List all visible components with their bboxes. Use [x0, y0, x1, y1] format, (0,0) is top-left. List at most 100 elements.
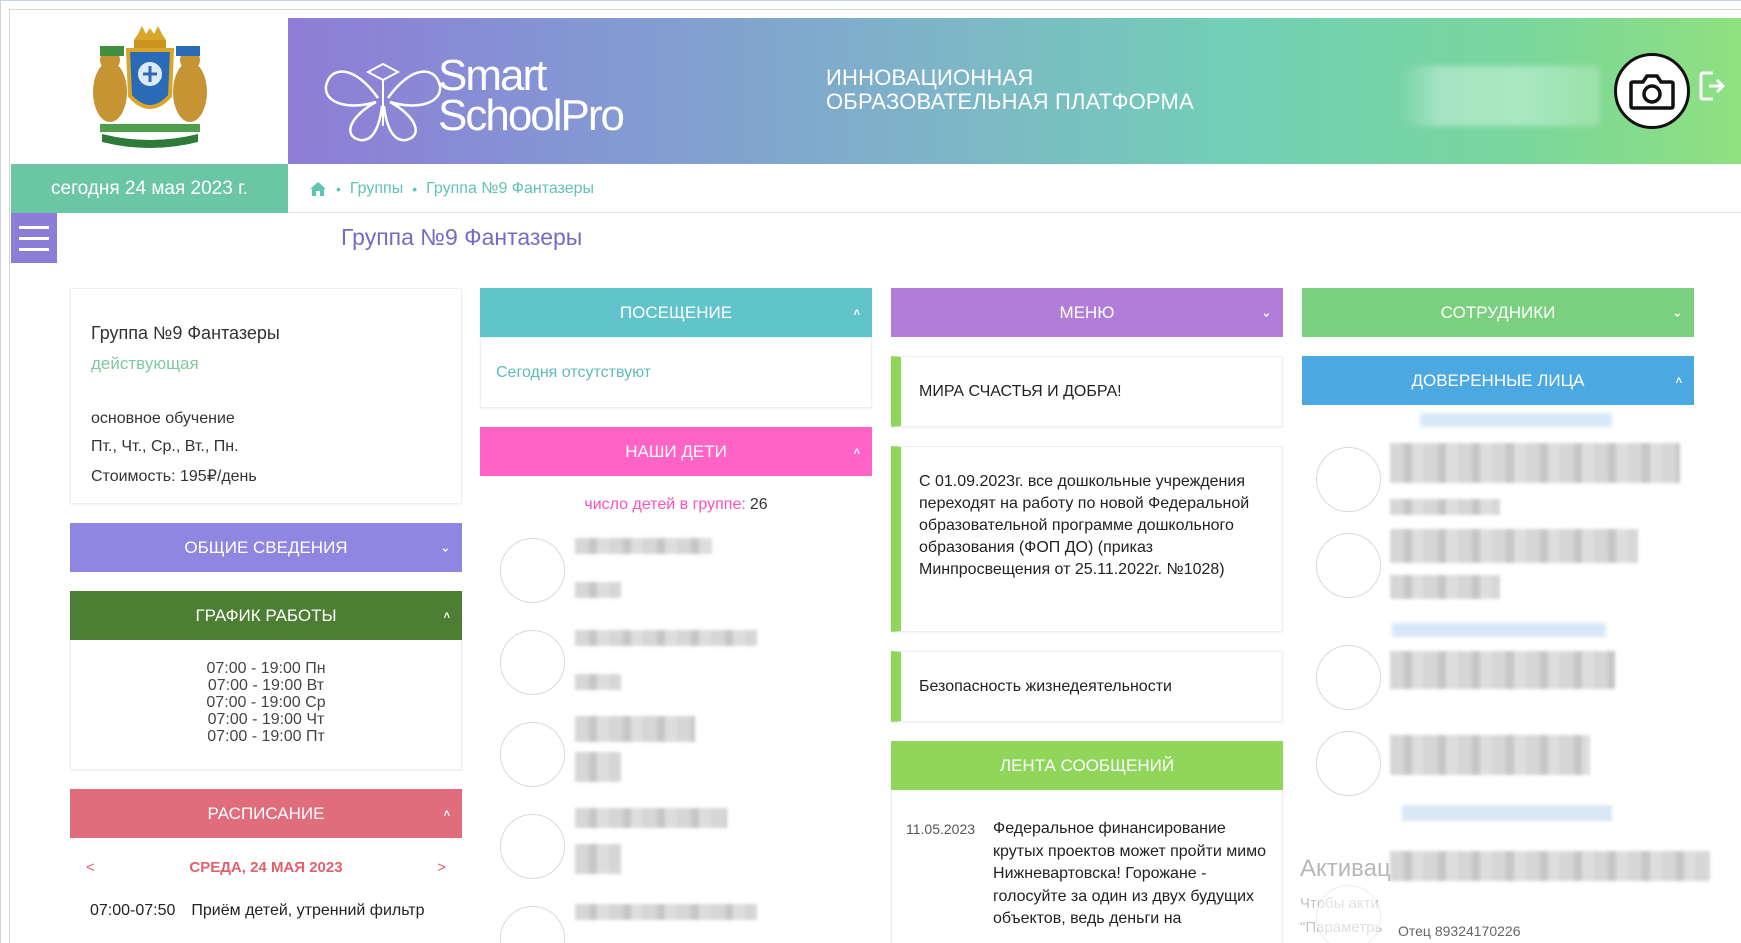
next-day-button[interactable]: > [437, 859, 446, 876]
panel-message-feed-header[interactable]: ЛЕНТА СООБЩЕНИЙ [891, 741, 1283, 790]
trusted-info-blurred [1390, 651, 1615, 689]
logout-button[interactable] [1695, 66, 1731, 106]
timetable-time: 07:00-07:50 [90, 902, 176, 919]
page-title: Группа №9 Фантазеры [341, 224, 583, 250]
group-type: основное обучение [91, 410, 235, 427]
column-staff: СОТРУДНИКИ ⌄ ДОВЕРЕННЫЕ ЛИЦА ˄ Активац Ч… [1300, 288, 1710, 943]
group-days: Пт., Чт., Ср., Вт., Пн. [91, 438, 239, 455]
kid-name-blurred [575, 538, 712, 554]
news-item[interactable]: Безопасность жизнедеятельности [891, 651, 1283, 722]
panel-work-schedule-header[interactable]: ГРАФИК РАБОТЫ ˄ [70, 591, 462, 640]
header-banner: Smart SchoolPro ИННОВАЦИОННАЯ ОБРАЗОВАТЕ… [288, 18, 1741, 164]
logout-icon [1699, 71, 1726, 101]
breadcrumb: • Группы • Группа №9 Фантазеры [309, 164, 594, 213]
chevron-up-icon: ˄ [1675, 374, 1682, 387]
panel-menu-header[interactable]: МЕНЮ ⌄ [891, 288, 1283, 337]
column-group-info: Группа №9 Фантазеры действующая основное… [70, 288, 462, 926]
coat-of-arms-icon [92, 26, 207, 148]
kid-name-blurred [575, 808, 727, 828]
platform-title: ИННОВАЦИОННАЯ ОБРАЗОВАТЕЛЬНАЯ ПЛАТФОРМА [826, 66, 1194, 114]
work-schedule-list: 07:00 - 19:00 Пн 07:00 - 19:00 Вт 07:00 … [70, 640, 462, 770]
breadcrumb-groups[interactable]: Группы [350, 180, 403, 198]
news-item[interactable]: С 01.09.2023г. все дошкольные учреждения… [891, 446, 1283, 632]
kid-list-item[interactable] [480, 804, 872, 896]
group-state: действующая [91, 354, 199, 373]
schedule-row: 07:00 - 19:00 Чт [207, 711, 325, 728]
feed-item[interactable]: 11.05.2023 Федеральное финансирование кр… [891, 790, 1283, 943]
breadcrumb-current-group[interactable]: Группа №9 Фантазеры [426, 180, 594, 198]
trusted-info-blurred [1390, 499, 1500, 515]
user-name-blurred [1400, 66, 1600, 126]
news-item[interactable]: МИРА СЧАСТЬЯ И ДОБРА! [891, 356, 1283, 427]
panel-title: РАСПИСАНИЕ [207, 803, 325, 823]
kid-name-blurred [575, 904, 757, 920]
kid-list-item[interactable] [480, 620, 872, 712]
trusted-avatar [1316, 447, 1381, 512]
news-text: С 01.09.2023г. все дошкольные учреждения… [919, 473, 1250, 578]
logo-line-schoolpro: SchoolPro [438, 91, 625, 140]
feed-date: 11.05.2023 [906, 821, 976, 837]
kid-list-item[interactable] [480, 712, 872, 804]
divider [288, 212, 1741, 213]
chevron-up-icon: ˄ [443, 609, 450, 622]
schedule-row: 07:00 - 19:00 Вт [207, 677, 325, 694]
group-cost: Стоимость: 195₽/день [91, 468, 257, 485]
schedule-row: 07:00 - 19:00 Пн [206, 660, 326, 677]
trusted-avatar [1316, 645, 1381, 710]
panel-staff-header[interactable]: СОТРУДНИКИ ⌄ [1302, 288, 1694, 337]
trusted-persons-list: Активац Чтобы акти "Параметрь Отец 89324… [1300, 405, 1710, 943]
schedule-row: 07:00 - 19:00 Ср [206, 694, 326, 711]
kid-info-blurred [575, 752, 621, 782]
logo-text: Smart SchoolPro [438, 51, 625, 140]
kid-avatar [500, 906, 565, 943]
chevron-down-icon: ⌄ [1261, 307, 1271, 319]
trusted-name-blurred [1402, 805, 1612, 821]
windows-activation-title: Активац [1300, 855, 1391, 882]
panel-our-kids-header[interactable]: НАШИ ДЕТИ ˄ [480, 427, 872, 476]
timetable-day-nav: < СРЕДА, 24 МАЯ 2023 > [70, 838, 462, 896]
chevron-down-icon: ⌄ [440, 542, 450, 554]
panel-visits-header[interactable]: ПОСЕЩЕНИЕ ˄ [480, 288, 872, 337]
news-text: Безопасность жизнедеятельности [919, 678, 1172, 695]
trusted-avatar [1316, 533, 1381, 598]
kid-list-item[interactable] [480, 528, 872, 620]
hamburger-icon [19, 225, 49, 229]
trusted-info-blurred [1390, 851, 1710, 881]
chevron-down-icon: ⌄ [1672, 307, 1682, 319]
trusted-name-blurred [1420, 413, 1612, 427]
timetable-day: СРЕДА, 24 МАЯ 2023 [189, 858, 343, 876]
region-crest [11, 18, 288, 164]
trusted-info-blurred [1390, 529, 1638, 563]
panel-timetable-header[interactable]: РАСПИСАНИЕ ˄ [70, 789, 462, 838]
chevron-up-icon: ˄ [853, 306, 860, 319]
logo-line-smart: Smart [438, 51, 547, 100]
chevron-up-icon: ˄ [853, 445, 860, 458]
trusted-info-blurred [1390, 575, 1500, 599]
kid-avatar [500, 722, 565, 787]
hamburger-icon [19, 236, 49, 240]
feed-text: Федеральное финансирование крутых проект… [993, 820, 1267, 927]
absent-today: Сегодня отсутствуют [480, 337, 872, 408]
panel-title: ДОВЕРЕННЫЕ ЛИЦА [1411, 370, 1585, 390]
panel-title: ЛЕНТА СООБЩЕНИЙ [999, 755, 1175, 775]
timetable-row: 07:00-07:50 Приём детей, утренний фильтр [70, 896, 462, 926]
user-avatar[interactable] [1614, 53, 1690, 129]
kid-list-item[interactable] [480, 896, 872, 943]
breadcrumb-separator: • [336, 180, 341, 197]
trusted-info-blurred [1390, 735, 1590, 775]
platform-title-line1: ИННОВАЦИОННАЯ [826, 65, 1034, 90]
panel-general-info-header[interactable]: ОБЩИЕ СВЕДЕНИЯ ⌄ [70, 523, 462, 572]
menu-toggle-button[interactable] [11, 213, 57, 263]
schedule-row: 07:00 - 19:00 Пт [207, 728, 325, 745]
news-text: МИРА СЧАСТЬЯ И ДОБРА! [919, 383, 1122, 400]
trusted-avatar [1316, 885, 1381, 943]
panel-trusted-persons-header[interactable]: ДОВЕРЕННЫЕ ЛИЦА ˄ [1302, 356, 1694, 405]
home-icon[interactable] [309, 181, 327, 197]
panel-title: ГРАФИК РАБОТЫ [195, 605, 337, 625]
breadcrumb-separator: • [412, 180, 418, 197]
trusted-avatar [1316, 731, 1381, 796]
timetable-activity: Приём детей, утренний фильтр [191, 902, 425, 919]
prev-day-button[interactable]: < [86, 859, 95, 876]
kid-info-blurred [575, 674, 621, 690]
kids-count: число детей в группе: 26 [480, 476, 872, 514]
